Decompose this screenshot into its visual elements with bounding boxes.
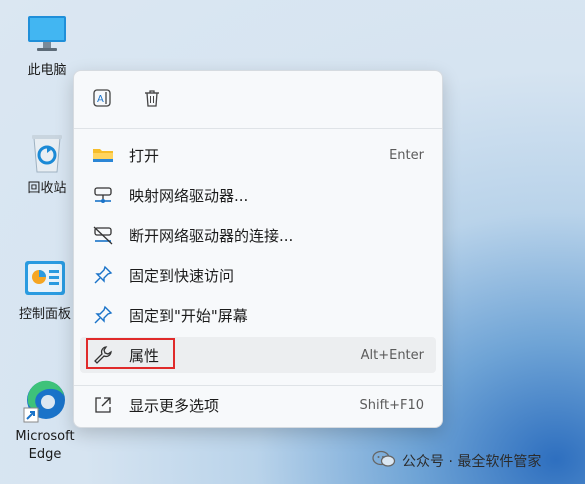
share-expand-icon [92, 394, 114, 416]
menu-item-label: 断开网络驱动器的连接... [129, 226, 294, 245]
menu-item-map-network-drive[interactable]: 映射网络驱动器... [80, 177, 436, 213]
delete-button[interactable] [136, 84, 168, 116]
menu-separator [74, 385, 442, 386]
menu-item-label: 打开 [129, 146, 160, 165]
wechat-icon [372, 449, 396, 473]
menu-item-shortcut: Alt+Enter [360, 347, 424, 363]
rename-button[interactable]: A [86, 84, 118, 116]
context-menu-top-actions: A [74, 71, 442, 129]
rename-icon: A [91, 87, 113, 113]
delete-icon [141, 87, 163, 113]
desktop-icon-this-pc[interactable]: 此电脑 [16, 12, 78, 80]
desktop-icon-recycle-bin[interactable]: 回收站 [16, 130, 78, 198]
menu-item-pin-start[interactable]: 固定到"开始"屏幕 [80, 297, 436, 333]
menu-item-open[interactable]: 打开 Enter [80, 137, 436, 173]
desktop-icon-control-panel[interactable]: 控制面板 [14, 256, 76, 324]
edge-icon [22, 378, 68, 424]
desktop-icon-edge[interactable]: Microsoft Edge [14, 378, 76, 464]
watermark-text: 公众号 · 最全软件管家 [402, 454, 542, 470]
menu-item-shortcut: Shift+F10 [359, 397, 424, 413]
menu-item-pin-quick-access[interactable]: 固定到快速访问 [80, 257, 436, 293]
menu-item-show-more-options[interactable]: 显示更多选项 Shift+F10 [80, 387, 436, 423]
disconnect-drive-icon [92, 224, 114, 246]
context-menu: A 打开 Enter 映射网络驱动器... 断开网络驱动器的连接... 固定到快… [73, 70, 443, 428]
desktop-icon-label: Microsoft Edge [15, 429, 75, 462]
menu-item-shortcut: Enter [389, 147, 424, 163]
menu-item-label: 固定到快速访问 [129, 266, 235, 285]
menu-item-label: 显示更多选项 [129, 396, 220, 415]
svg-text:A: A [97, 94, 104, 105]
monitor-icon [24, 12, 70, 58]
recycle-bin-icon [24, 130, 70, 176]
properties-highlight-box [86, 338, 175, 369]
desktop-icon-label: 此电脑 [27, 63, 67, 78]
pin-icon [92, 304, 114, 326]
menu-item-label: 映射网络驱动器... [129, 186, 249, 205]
menu-item-disconnect-network-drive[interactable]: 断开网络驱动器的连接... [80, 217, 436, 253]
pin-icon [92, 264, 114, 286]
control-panel-icon [22, 256, 68, 302]
desktop-icon-label: 回收站 [27, 181, 67, 196]
desktop-icon-label: 控制面板 [18, 307, 71, 322]
folder-icon [92, 144, 114, 166]
menu-item-label: 固定到"开始"屏幕 [129, 306, 248, 325]
network-drive-icon [92, 184, 114, 206]
watermark: 公众号 · 最全软件管家 [372, 449, 541, 473]
